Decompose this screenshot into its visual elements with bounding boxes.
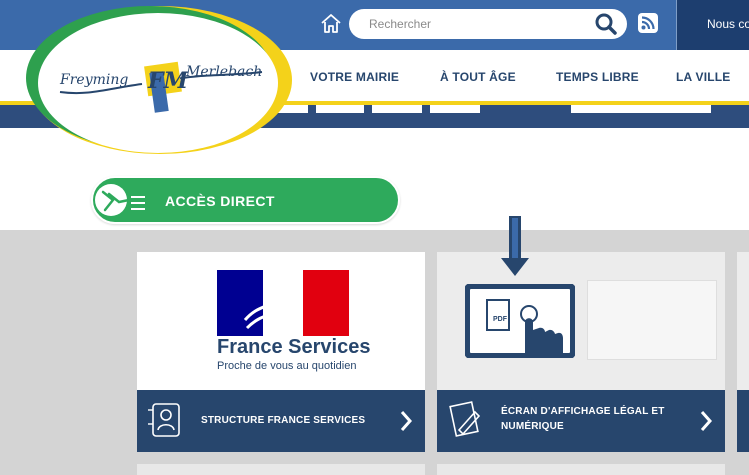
card-footer [737, 390, 749, 452]
card-ecran-affichage[interactable]: PDF ÉCRAN D'AFFICHAGE LÉGAL ET NUMÉRIQUE [437, 252, 725, 452]
home-icon[interactable] [318, 12, 344, 36]
card-label-line1: ÉCRAN D'AFFICHAGE LÉGAL ET [501, 406, 665, 417]
rss-icon[interactable] [638, 13, 658, 33]
acces-direct-title: ACCÈS DIRECT [165, 193, 275, 209]
logo-text-left: Freyming [60, 72, 129, 88]
screen-background-image [587, 280, 717, 360]
contact-label: Nous co [707, 17, 749, 31]
nav-item-a-tout-age[interactable]: À TOUT ÂGE [440, 70, 516, 84]
banner-tab [430, 105, 480, 113]
document-edit-icon [445, 400, 485, 440]
banner-tab [316, 105, 364, 113]
search-input[interactable] [369, 14, 589, 34]
card-france-services[interactable]: France Services Proche de vous au quotid… [137, 252, 425, 452]
logo-monogram: FM [148, 68, 188, 94]
france-services-title: France Services [217, 336, 371, 358]
nav-item-votre-mairie[interactable]: VOTRE MAIRIE [310, 70, 399, 84]
banner-tab [372, 105, 422, 113]
france-services-logo [217, 270, 349, 336]
chevron-right-icon[interactable] [399, 410, 413, 432]
card-footer: ÉCRAN D'AFFICHAGE LÉGAL ET NUMÉRIQUE [437, 390, 725, 452]
running-person-icon [95, 180, 149, 220]
card-label-line2: NUMÉRIQUE [501, 421, 564, 432]
search-box [349, 9, 627, 39]
logo-text-right: Merlebach [186, 64, 263, 80]
touch-screen-icon [464, 283, 576, 359]
card-footer: STRUCTURE FRANCE SERVICES [137, 390, 425, 452]
card-next-row[interactable] [437, 464, 725, 475]
card-partial[interactable] [737, 252, 749, 452]
nav-item-la-ville[interactable]: LA VILLE [676, 70, 731, 84]
card-label: STRUCTURE FRANCE SERVICES [201, 415, 366, 426]
pdf-badge: PDF [493, 316, 507, 323]
nav-item-temps-libre[interactable]: TEMPS LIBRE [556, 70, 639, 84]
banner-tab [571, 105, 711, 113]
card-next-row[interactable] [137, 464, 425, 475]
down-arrow-icon [500, 216, 530, 278]
search-icon[interactable] [593, 12, 619, 36]
contact-link[interactable]: Nous co [677, 0, 749, 50]
acces-direct-banner: ACCÈS DIRECT [91, 176, 400, 224]
chevron-right-icon[interactable] [699, 410, 713, 432]
france-services-subtitle: Proche de vous au quotidien [217, 360, 357, 372]
tablet-user-icon [147, 400, 185, 440]
